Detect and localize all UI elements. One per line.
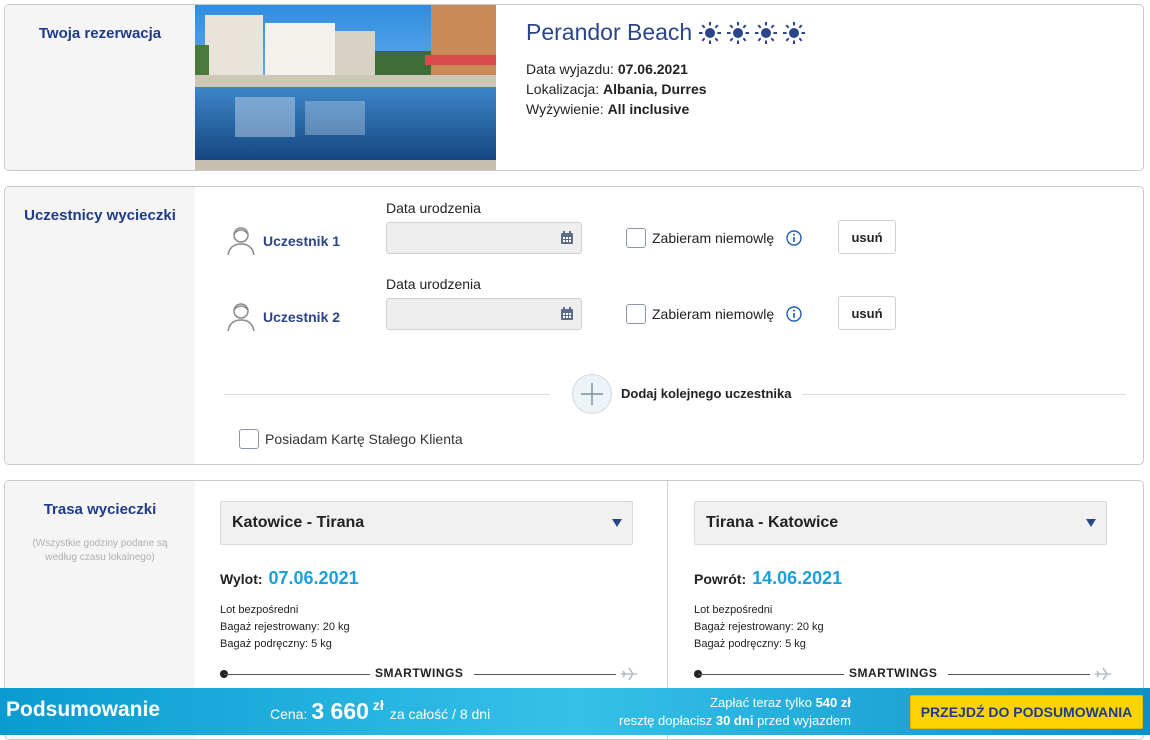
dob-label: Data urodzenia xyxy=(386,200,481,216)
plane-icon xyxy=(1095,667,1111,681)
calendar-icon[interactable] xyxy=(560,307,574,321)
price-value: 3 660 xyxy=(311,698,369,724)
go-to-summary-button[interactable]: PRZEJDŹ DO PODSUMOWANIA xyxy=(910,695,1143,729)
summary-title: Podsumowanie xyxy=(6,698,161,721)
hotel-name: Perandor Beach xyxy=(526,19,693,45)
price-row: Cena: 3 660 zł za całość / 8 dni xyxy=(270,697,491,725)
loyalty-checkbox[interactable] xyxy=(239,429,259,449)
sun-rating-icon xyxy=(699,21,722,44)
outbound-route-value: Katowice - Tirana xyxy=(232,514,365,531)
person-icon xyxy=(227,303,255,332)
board-value: All inclusive xyxy=(607,101,690,117)
plane-icon xyxy=(621,667,637,681)
infant-label: Zabieram niemowlę xyxy=(652,230,775,246)
hotel-name-row: Perandor Beach xyxy=(526,19,806,46)
booking-section-title: Twoja rezerwacja xyxy=(38,25,162,42)
infant-checkbox[interactable] xyxy=(626,228,646,248)
chevron-down-icon[interactable] xyxy=(1086,519,1096,527)
divider xyxy=(802,394,1126,395)
infant-checkbox-row[interactable]: Zabieram niemowlę xyxy=(626,304,802,324)
route-line xyxy=(948,674,1090,675)
infant-label: Zabieram niemowlę xyxy=(652,306,775,322)
participants-sidebar xyxy=(5,187,195,464)
info-icon[interactable] xyxy=(786,306,802,322)
dob-input[interactable] xyxy=(386,298,582,330)
price-suffix: za całość / 8 dni xyxy=(389,706,491,722)
outbound-details: Lot bezpośredni Bagaż rejestrowany: 20 k… xyxy=(220,604,350,650)
loyalty-checkbox-row[interactable]: Posiadam Kartę Stałego Klienta xyxy=(239,429,463,449)
chevron-down-icon[interactable] xyxy=(612,519,622,527)
route-line xyxy=(474,674,616,675)
outbound-flight: Katowice - Tirana Wylot: 07.06.2021 Lot … xyxy=(220,501,660,711)
participant-name: Uczestnik 1 xyxy=(263,233,341,249)
remove-participant-button[interactable]: usuń xyxy=(838,296,896,330)
return-route-value: Tirana - Katowice xyxy=(706,514,839,531)
departure-date: 07.06.2021 xyxy=(617,61,688,77)
dob-label: Data urodzenia xyxy=(386,276,481,292)
sun-rating-icon xyxy=(755,21,778,44)
board-row: Wyżywienie: All inclusive xyxy=(526,101,690,117)
participant-row: Uczestnik 2 Data urodzenia Zabieram niem… xyxy=(226,276,926,336)
infant-checkbox[interactable] xyxy=(626,304,646,324)
route-timezone-note: (Wszystkie godziny podane są według czas… xyxy=(32,538,168,563)
person-icon xyxy=(227,227,255,256)
participants-section-title: Uczestnicy wycieczki xyxy=(24,207,176,224)
return-airline: SMARTWINGS xyxy=(694,666,1114,681)
rest-days: 30 dni xyxy=(715,713,754,728)
plus-icon xyxy=(581,383,603,405)
outbound-date-row: Wylot: 07.06.2021 xyxy=(220,568,359,588)
dob-input[interactable] xyxy=(386,222,582,254)
payment-info: Zapłać teraz tylko 540 zł resztę dopłaci… xyxy=(600,694,851,730)
return-route-select[interactable]: Tirana - Katowice xyxy=(694,501,1107,545)
return-details: Lot bezpośredni Bagaż rejestrowany: 20 k… xyxy=(694,604,824,650)
location-row: Lokalizacja: Albania, Durres xyxy=(526,81,707,97)
divider xyxy=(224,394,550,395)
add-participant-label[interactable]: Dodaj kolejnego uczestnika xyxy=(621,386,792,401)
departure-row: Data wyjazdu: 07.06.2021 xyxy=(526,61,688,77)
participant-name: Uczestnik 2 xyxy=(263,309,341,325)
summary-bar: Podsumowanie Cena: 3 660 zł za całość / … xyxy=(0,688,1150,735)
outbound-airline: SMARTWINGS xyxy=(220,666,640,681)
airline-name: SMARTWINGS xyxy=(849,666,938,680)
loyalty-label: Posiadam Kartę Stałego Klienta xyxy=(265,431,463,447)
rest-row: resztę dopłacisz 30 dni przed wyjazdem xyxy=(619,713,851,728)
airline-name: SMARTWINGS xyxy=(375,666,464,680)
hotel-details: Data wyjazdu: 07.06.2021 Lokalizacja: Al… xyxy=(526,59,707,119)
outbound-date: 07.06.2021 xyxy=(268,568,359,588)
pay-now-amount: 540 zł xyxy=(815,695,851,710)
hotel-rating xyxy=(698,21,806,45)
booking-card: Twoja rezerwacja Perandor Beach Data wyj… xyxy=(4,4,1144,171)
sun-rating-icon xyxy=(727,21,750,44)
infant-checkbox-row[interactable]: Zabieram niemowlę xyxy=(626,228,802,248)
hotel-photo xyxy=(195,5,496,170)
price-label: Cena: xyxy=(270,706,308,722)
outbound-route-select[interactable]: Katowice - Tirana xyxy=(220,501,633,545)
remove-participant-button[interactable]: usuń xyxy=(838,220,896,254)
participant-row: Uczestnik 1 Data urodzenia Zabieram niem… xyxy=(226,200,926,260)
price-currency: zł xyxy=(372,697,384,713)
route-line xyxy=(698,674,844,675)
pay-now-row: Zapłać teraz tylko 540 zł xyxy=(710,695,851,710)
info-icon[interactable] xyxy=(786,230,802,246)
return-date: 14.06.2021 xyxy=(752,568,843,588)
route-section-title: Trasa wycieczki xyxy=(43,501,157,518)
add-participant-button[interactable] xyxy=(572,374,612,414)
calendar-icon[interactable] xyxy=(560,231,574,245)
route-line xyxy=(224,674,370,675)
location-value: Albania, Durres xyxy=(603,81,707,97)
return-date-row: Powrót: 14.06.2021 xyxy=(694,568,843,588)
return-flight: Tirana - Katowice Powrót: 14.06.2021 Lot… xyxy=(694,501,1134,711)
sun-rating-icon xyxy=(783,21,806,44)
